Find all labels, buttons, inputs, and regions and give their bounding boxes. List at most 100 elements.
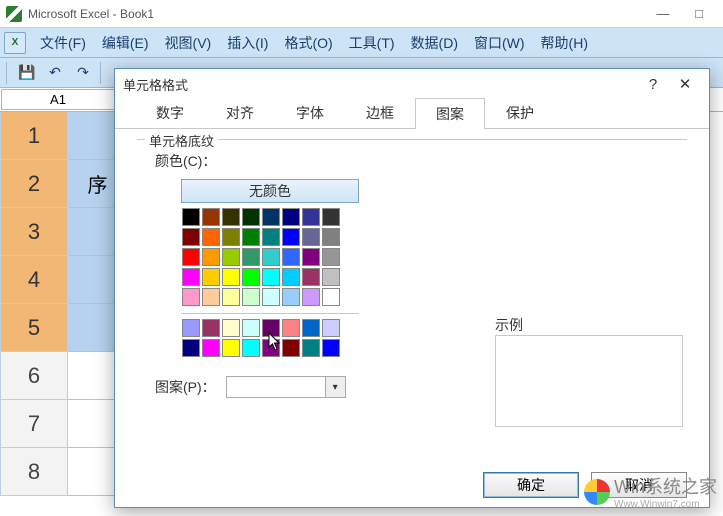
color-swatch[interactable] bbox=[262, 208, 280, 226]
color-swatch[interactable] bbox=[242, 268, 260, 286]
color-swatch[interactable] bbox=[202, 288, 220, 306]
color-swatch[interactable] bbox=[322, 319, 340, 337]
excel-icon bbox=[6, 6, 22, 22]
color-swatch[interactable] bbox=[302, 248, 320, 266]
menu-tools[interactable]: 工具(T) bbox=[341, 31, 403, 55]
color-swatch[interactable] bbox=[262, 319, 280, 337]
color-swatch[interactable] bbox=[282, 268, 300, 286]
name-box[interactable]: A1 bbox=[1, 89, 115, 110]
dialog-close-button[interactable]: ✕ bbox=[669, 72, 701, 96]
row-header-6[interactable]: 6 bbox=[0, 352, 68, 400]
group-label: 单元格底纹 bbox=[145, 131, 218, 150]
row-header-5[interactable]: 5 bbox=[0, 304, 68, 352]
dialog-help-button[interactable]: ? bbox=[637, 72, 669, 96]
menu-format[interactable]: 格式(O) bbox=[276, 31, 340, 55]
row-header-2[interactable]: 2 bbox=[0, 160, 68, 208]
color-swatch[interactable] bbox=[302, 228, 320, 246]
color-swatch[interactable] bbox=[322, 208, 340, 226]
color-swatch[interactable] bbox=[182, 248, 200, 266]
color-swatch[interactable] bbox=[182, 288, 200, 306]
tab-align[interactable]: 对齐 bbox=[205, 97, 275, 128]
color-swatch[interactable] bbox=[262, 339, 280, 357]
color-swatch[interactable] bbox=[282, 208, 300, 226]
menu-window[interactable]: 窗口(W) bbox=[466, 31, 533, 55]
color-swatch[interactable] bbox=[182, 339, 200, 357]
color-swatch[interactable] bbox=[222, 208, 240, 226]
color-swatch[interactable] bbox=[242, 208, 260, 226]
color-swatch[interactable] bbox=[182, 228, 200, 246]
tab-border[interactable]: 边框 bbox=[345, 97, 415, 128]
row-header-3[interactable]: 3 bbox=[0, 208, 68, 256]
color-swatch[interactable] bbox=[222, 339, 240, 357]
color-swatch[interactable] bbox=[302, 268, 320, 286]
color-swatch[interactable] bbox=[242, 339, 260, 357]
color-label: 颜色(C)： bbox=[155, 151, 687, 171]
color-swatch[interactable] bbox=[202, 208, 220, 226]
tab-pattern[interactable]: 图案 bbox=[415, 98, 485, 129]
color-swatch[interactable] bbox=[322, 248, 340, 266]
color-swatch[interactable] bbox=[322, 288, 340, 306]
color-swatch[interactable] bbox=[222, 288, 240, 306]
color-swatch[interactable] bbox=[262, 288, 280, 306]
color-swatch[interactable] bbox=[182, 208, 200, 226]
color-swatch[interactable] bbox=[302, 288, 320, 306]
chevron-down-icon: ▾ bbox=[325, 377, 345, 397]
maximize-button[interactable]: □ bbox=[681, 3, 717, 25]
color-swatch[interactable] bbox=[222, 268, 240, 286]
menu-view[interactable]: 视图(V) bbox=[157, 31, 220, 55]
xl-menu-icon[interactable]: X bbox=[4, 32, 26, 54]
color-swatch[interactable] bbox=[242, 288, 260, 306]
color-swatch[interactable] bbox=[322, 339, 340, 357]
color-swatch[interactable] bbox=[282, 319, 300, 337]
color-swatch[interactable] bbox=[222, 248, 240, 266]
no-color-button[interactable]: 无颜色 bbox=[181, 179, 359, 203]
redo-button[interactable]: ↷ bbox=[70, 61, 96, 85]
color-swatch[interactable] bbox=[262, 248, 280, 266]
row-header-7[interactable]: 7 bbox=[0, 400, 68, 448]
color-swatch[interactable] bbox=[242, 248, 260, 266]
color-swatch[interactable] bbox=[302, 319, 320, 337]
color-swatch[interactable] bbox=[182, 319, 200, 337]
sample-label: 示例 bbox=[495, 315, 523, 335]
color-swatch[interactable] bbox=[222, 319, 240, 337]
cancel-button[interactable]: 取消 bbox=[591, 472, 687, 498]
color-swatch[interactable] bbox=[282, 248, 300, 266]
color-swatch[interactable] bbox=[202, 248, 220, 266]
color-swatch[interactable] bbox=[322, 268, 340, 286]
color-swatch[interactable] bbox=[242, 228, 260, 246]
color-swatch[interactable] bbox=[202, 268, 220, 286]
tab-protect[interactable]: 保护 bbox=[485, 97, 555, 128]
color-swatch[interactable] bbox=[202, 339, 220, 357]
menu-help[interactable]: 帮助(H) bbox=[533, 31, 596, 55]
menu-edit[interactable]: 编辑(E) bbox=[94, 31, 157, 55]
color-swatch[interactable] bbox=[182, 268, 200, 286]
undo-button[interactable]: ↶ bbox=[42, 61, 68, 85]
color-swatch[interactable] bbox=[262, 268, 280, 286]
main-titlebar: Microsoft Excel - Book1 — □ bbox=[0, 0, 723, 28]
color-swatch[interactable] bbox=[202, 228, 220, 246]
minimize-button[interactable]: — bbox=[645, 3, 681, 25]
color-swatch[interactable] bbox=[262, 228, 280, 246]
ok-button[interactable]: 确定 bbox=[483, 472, 579, 498]
color-swatch[interactable] bbox=[242, 319, 260, 337]
color-swatch[interactable] bbox=[322, 228, 340, 246]
color-swatch[interactable] bbox=[282, 339, 300, 357]
color-palette-main bbox=[181, 207, 687, 307]
row-header-4[interactable]: 4 bbox=[0, 256, 68, 304]
pattern-combo[interactable]: ▾ bbox=[226, 376, 346, 398]
tab-font[interactable]: 字体 bbox=[275, 97, 345, 128]
row-header-8[interactable]: 8 bbox=[0, 448, 68, 496]
row-header-1[interactable]: 1 bbox=[0, 112, 68, 160]
color-swatch[interactable] bbox=[202, 319, 220, 337]
dialog-title: 单元格格式 bbox=[123, 75, 188, 94]
tab-number[interactable]: 数字 bbox=[135, 97, 205, 128]
color-swatch[interactable] bbox=[302, 208, 320, 226]
menu-data[interactable]: 数据(D) bbox=[403, 31, 466, 55]
menu-insert[interactable]: 插入(I) bbox=[219, 31, 276, 55]
color-swatch[interactable] bbox=[282, 288, 300, 306]
menu-file[interactable]: 文件(F) bbox=[32, 31, 94, 55]
color-swatch[interactable] bbox=[282, 228, 300, 246]
save-button[interactable]: 💾 bbox=[14, 61, 40, 85]
color-swatch[interactable] bbox=[222, 228, 240, 246]
color-swatch[interactable] bbox=[302, 339, 320, 357]
